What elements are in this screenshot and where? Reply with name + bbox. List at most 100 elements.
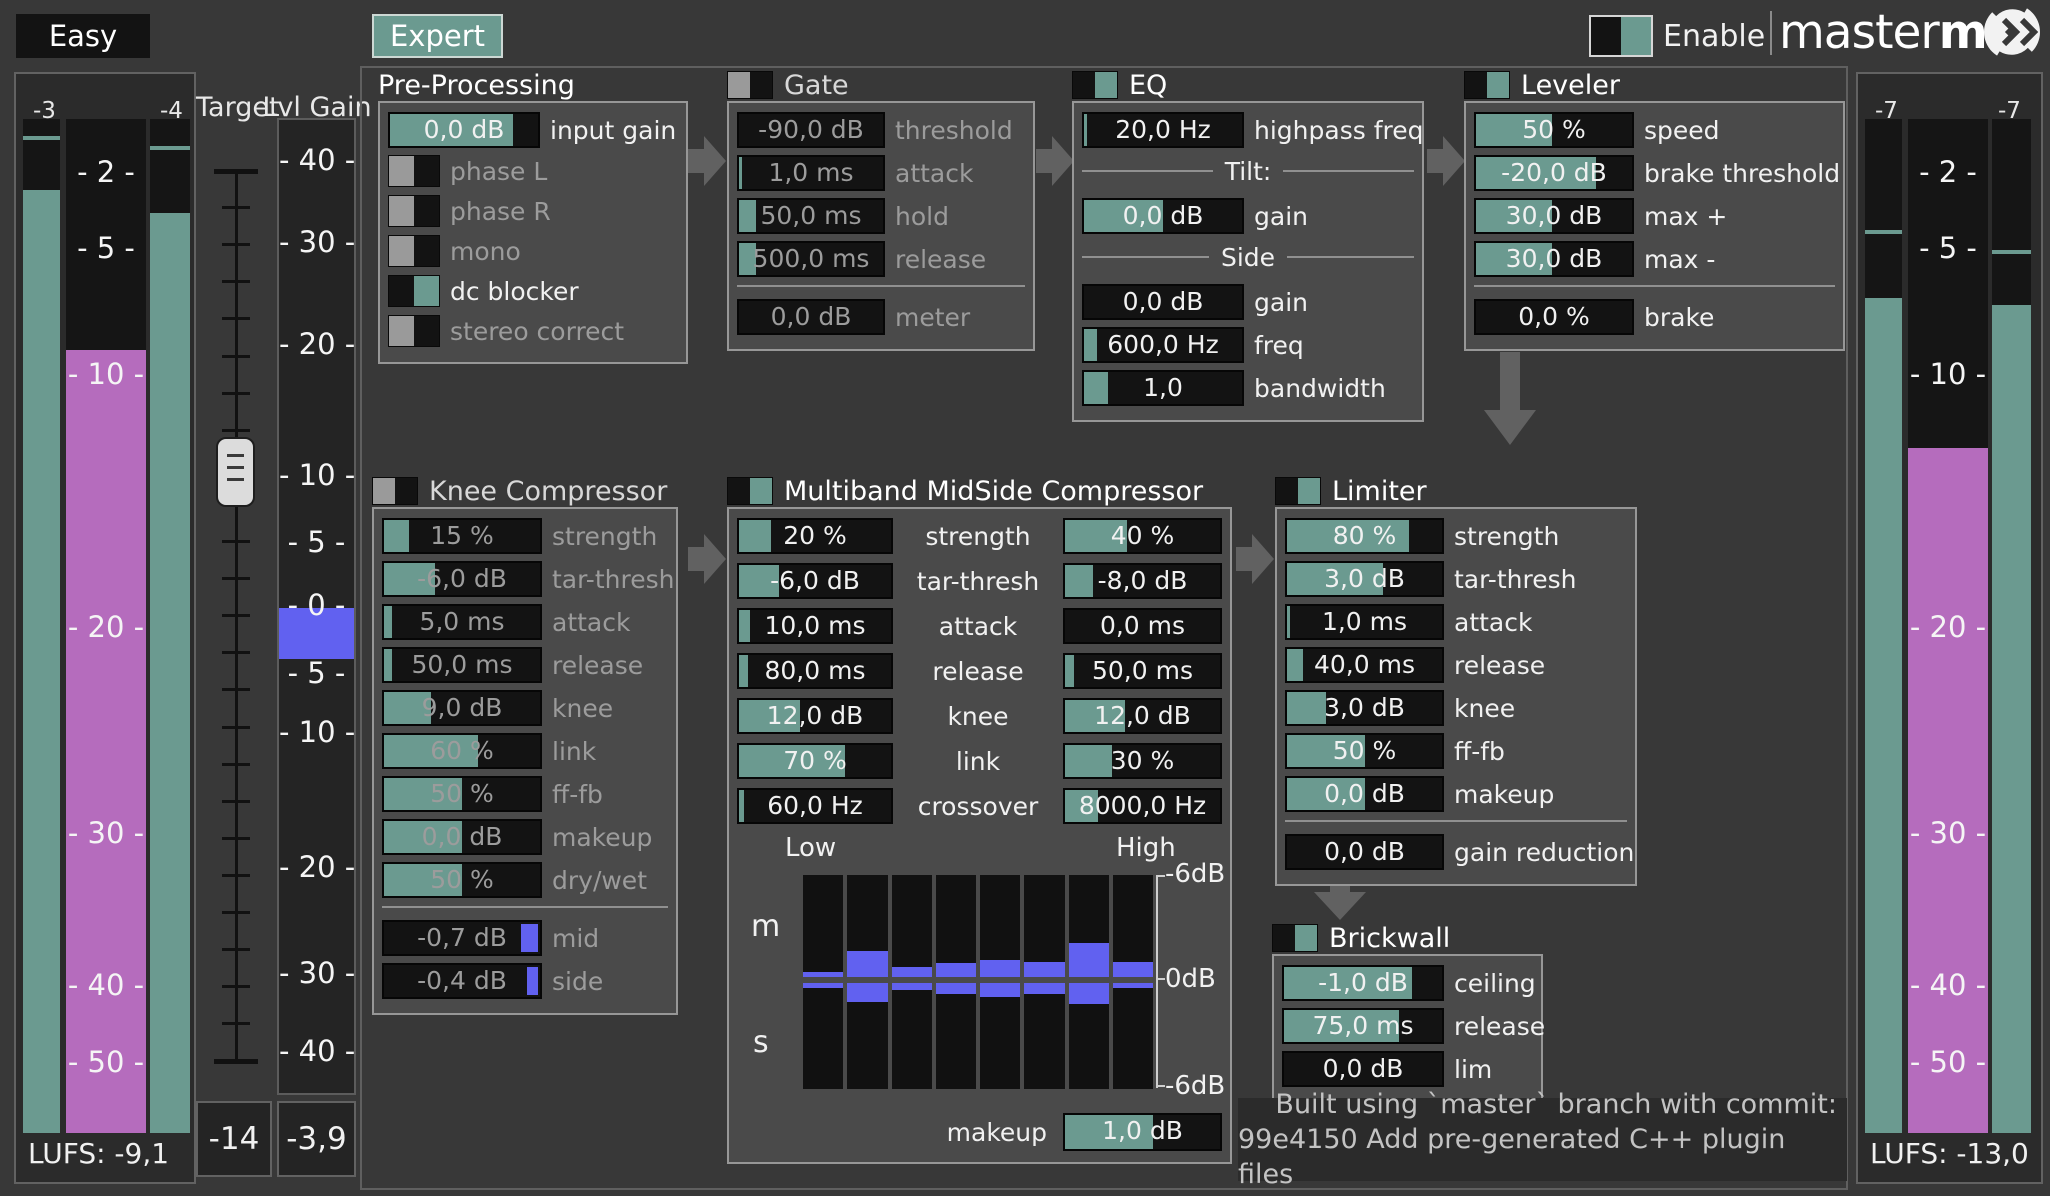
leveler-power-toggle[interactable] — [1464, 71, 1510, 99]
scale-label: - 5 - — [1919, 230, 1977, 265]
pre-mono-toggle[interactable] — [388, 235, 440, 267]
limiter-release-label: release — [1454, 650, 1546, 680]
gate-attack-slider[interactable]: 1,0 ms — [737, 155, 885, 191]
multiband-low-link-slider[interactable]: 70 % — [737, 743, 893, 779]
pre-phase-l-toggle[interactable] — [388, 155, 440, 187]
limiter-tar-thresh-slider[interactable]: 3,0 dB — [1285, 561, 1444, 597]
tick-minor — [222, 651, 250, 655]
knee-strength-slider[interactable]: 15 % — [382, 518, 542, 554]
knee-power-toggle[interactable] — [372, 477, 418, 505]
brickwall-ceiling-slider[interactable]: -1,0 dB — [1282, 965, 1444, 1001]
knee-dry-wet-slider[interactable]: 50 % — [382, 862, 542, 898]
leveler-speed-value: 50 % — [1522, 115, 1586, 144]
knee-knee-slider[interactable]: 9,0 dB — [382, 690, 542, 726]
leveler-title-row: Leveler — [1464, 70, 1845, 101]
input-meter-box: -3 -4 - 2 -- 5 -- 10 -- 20 -- 30 -- 40 -… — [14, 72, 196, 1184]
eq-gain-slider[interactable]: 0,0 dB — [1082, 284, 1244, 320]
level-bar — [150, 213, 190, 1133]
band-side-bar — [1068, 983, 1109, 1004]
limiter-title-row: Limiter — [1275, 476, 1637, 507]
brickwall-release-row: 75,0 ms release — [1282, 1008, 1545, 1044]
multiband-high-link-slider[interactable]: 30 % — [1063, 743, 1222, 779]
multiband-low-attack-slider[interactable]: 10,0 ms — [737, 608, 893, 644]
limiter-strength-slider[interactable]: 80 % — [1285, 518, 1444, 554]
band-mid-bar — [935, 963, 976, 977]
eq-power-toggle[interactable] — [1072, 71, 1118, 99]
limiter-attack-slider[interactable]: 1,0 ms — [1285, 604, 1444, 640]
leveler-speed-slider[interactable]: 50 % — [1474, 112, 1634, 148]
multiband-power-toggle[interactable] — [727, 477, 773, 505]
tick-minor — [222, 762, 250, 766]
gate-threshold-slider[interactable]: -90,0 dB — [737, 112, 885, 148]
leveler-max-slider[interactable]: 30,0 dB — [1474, 241, 1634, 277]
brickwall-release-slider[interactable]: 75,0 ms — [1282, 1008, 1444, 1044]
scale-label: - 5 - — [77, 230, 135, 265]
knee-tar-thresh-slider[interactable]: -6,0 dB — [382, 561, 542, 597]
multiband-high-knee-slider[interactable]: 12,0 dB — [1063, 698, 1222, 734]
knee-attack-slider[interactable]: 5,0 ms — [382, 604, 542, 640]
tick-minor — [222, 725, 250, 729]
eq-title: EQ — [1129, 69, 1168, 101]
knee-ff-fb-slider[interactable]: 50 % — [382, 776, 542, 812]
pre-dc-blocker-toggle[interactable] — [388, 275, 440, 307]
multiband-high-release-slider[interactable]: 50,0 ms — [1063, 653, 1222, 689]
leveler-max-row: 30,0 dB max - — [1474, 241, 1835, 277]
multiband-high-tar-thresh-slider[interactable]: -8,0 dB — [1063, 563, 1222, 599]
expert-mode-button[interactable]: Expert — [372, 14, 503, 58]
knee-release-slider[interactable]: 50,0 ms — [382, 647, 542, 683]
multiband-high-crossover-slider[interactable]: 8000,0 Hz — [1063, 788, 1222, 824]
multiband-low-tar-thresh-slider[interactable]: -6,0 dB — [737, 563, 893, 599]
multiband-high-attack-slider[interactable]: 0,0 ms — [1063, 608, 1222, 644]
knee-mid-meter: -0,7 dB — [382, 920, 542, 956]
gate-hold-row: 50,0 ms hold — [737, 198, 1025, 234]
limiter-ff-fb-slider[interactable]: 50 % — [1285, 733, 1444, 769]
knee-makeup-slider[interactable]: 0,0 dB — [382, 819, 542, 855]
knee-side-meter: -0,4 dB — [382, 963, 542, 999]
knee-dry-wet-row: 50 % dry/wet — [382, 862, 668, 898]
toggle-on-half — [1298, 478, 1320, 504]
limiter-release-slider[interactable]: 40,0 ms — [1285, 647, 1444, 683]
knee-link-slider[interactable]: 60 % — [382, 733, 542, 769]
leveler-brake-threshold-slider[interactable]: -20,0 dB — [1474, 155, 1634, 191]
brickwall-power-toggle[interactable] — [1272, 924, 1318, 952]
limiter-power-toggle[interactable] — [1275, 477, 1321, 505]
eq-highpass-freq-slider[interactable]: 20,0 Hz — [1082, 112, 1244, 148]
pre-phase-r-toggle[interactable] — [388, 195, 440, 227]
lufs-bar — [1908, 447, 1988, 1133]
level-bar — [1865, 298, 1902, 1133]
limiter-knee-slider[interactable]: 3,0 dB — [1285, 690, 1444, 726]
gate-hold-slider[interactable]: 50,0 ms — [737, 198, 885, 234]
multiband-low-crossover-slider[interactable]: 60,0 Hz — [737, 788, 893, 824]
multiband-low-knee-slider[interactable]: 12,0 dB — [737, 698, 893, 734]
target-value-box[interactable]: -14 — [196, 1101, 272, 1177]
leveler-max-slider[interactable]: 30,0 dB — [1474, 198, 1634, 234]
multiband-makeup-slider[interactable]: 1,0 dB — [1063, 1113, 1222, 1151]
eq-bandwidth-slider[interactable]: 1,0 — [1082, 370, 1244, 406]
eq-gain-slider[interactable]: 0,0 dB — [1082, 198, 1244, 234]
limiter-makeup-label: makeup — [1454, 779, 1555, 809]
multiband-low-release-slider[interactable]: 80,0 ms — [737, 653, 893, 689]
easy-mode-button[interactable]: Easy — [16, 14, 150, 58]
multiband-makeup-value: 1,0 dB — [1102, 1116, 1183, 1145]
limiter-makeup-slider[interactable]: 0,0 dB — [1285, 776, 1444, 812]
eq-freq-slider[interactable]: 600,0 Hz — [1082, 327, 1244, 363]
gate-release-slider[interactable]: 500,0 ms — [737, 241, 885, 277]
multiband-low-tar-thresh-value: -6,0 dB — [770, 566, 860, 595]
pre-stereo-correct-toggle[interactable] — [388, 315, 440, 347]
pre-input-gain-slider[interactable]: 0,0 dB — [388, 112, 540, 148]
target-slider-handle[interactable] — [216, 437, 255, 507]
eq-section-side: Side — [1220, 242, 1276, 272]
knee-side-row: -0,4 dB side — [382, 963, 668, 999]
band-side-bar — [935, 983, 976, 994]
pre-phase-r-label: phase R — [450, 196, 551, 226]
toggle-on-half — [414, 156, 439, 186]
knee-makeup-label: makeup — [552, 822, 653, 852]
knee-ff-fb-row: 50 % ff-fb — [382, 776, 668, 812]
multiband-high-strength-slider[interactable]: 40 % — [1063, 518, 1222, 554]
panel-knee-compressor: Knee Compressor 15 % strength -6,0 dB tar-th… — [372, 476, 678, 1015]
enable-toggle[interactable] — [1589, 15, 1653, 57]
gate-power-toggle[interactable] — [727, 71, 773, 99]
knee-release-row: 50,0 ms release — [382, 647, 668, 683]
eq-gain-label: gain — [1254, 287, 1308, 317]
multiband-low-strength-slider[interactable]: 20 % — [737, 518, 893, 554]
